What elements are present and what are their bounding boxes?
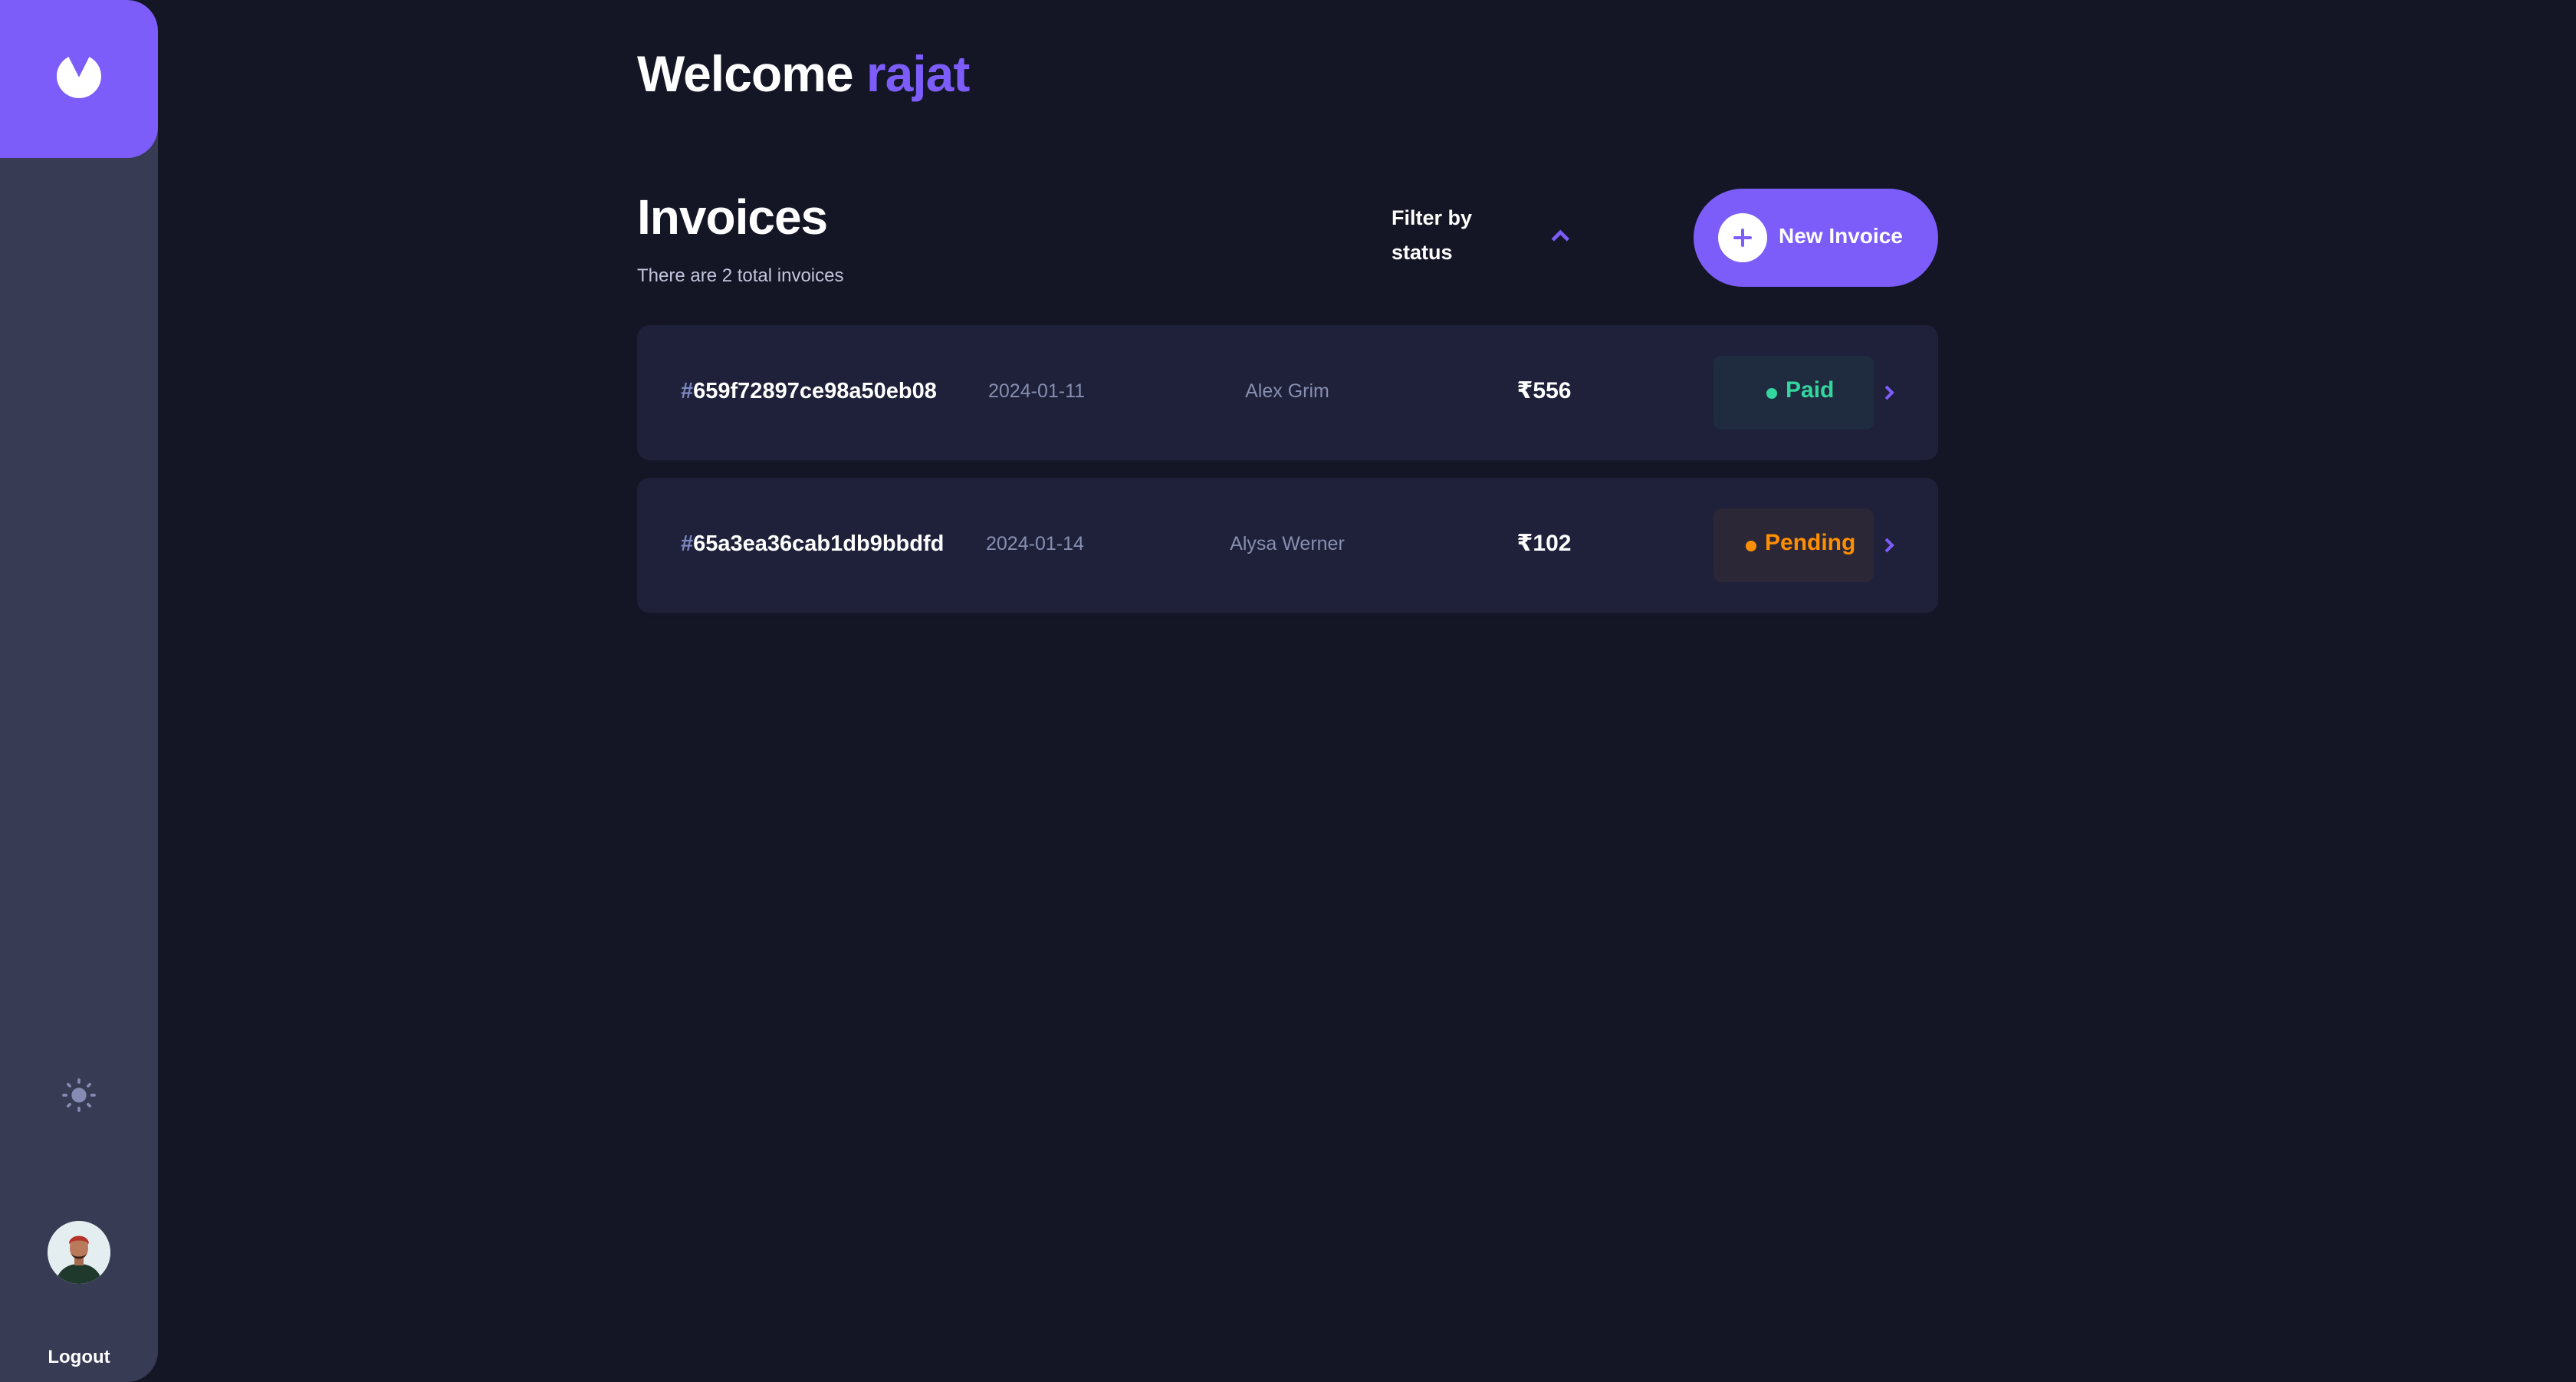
status-dot <box>1746 541 1756 551</box>
logout-button[interactable]: Logout <box>0 1347 158 1368</box>
chevron-right-icon[interactable] <box>1884 538 1895 553</box>
status-filter[interactable]: Filter by status <box>1392 201 1576 278</box>
user-name: rajat <box>866 45 970 102</box>
invoice-client: Alex Grim <box>1245 380 1329 402</box>
invoice-client: Alysa Werner <box>1230 533 1345 554</box>
app-logo-icon <box>57 57 101 98</box>
avatar-image <box>48 1221 110 1284</box>
invoice-amount: ₹556 <box>1516 378 1572 403</box>
invoice-amount: ₹102 <box>1516 531 1572 556</box>
app-logo[interactable] <box>0 0 158 158</box>
invoice-count: There are 2 total invoices <box>637 265 844 286</box>
filter-label: Filter by status <box>1392 206 1473 264</box>
invoice-id-value: 659f72897ce98a50eb08 <box>693 379 937 403</box>
status-label: Paid <box>1786 377 1835 403</box>
id-hash: # <box>681 531 694 556</box>
page-title: Invoices <box>637 189 828 245</box>
invoice-id-value: 65a3ea36cab1db9bbdfd <box>693 531 945 556</box>
chevron-up-icon[interactable] <box>1551 229 1571 242</box>
invoice-date: 2024-01-14 <box>986 533 1084 554</box>
invoice-id: #659f72897ce98a50eb08 <box>681 379 937 404</box>
status-badge: Pending <box>1714 508 1874 582</box>
welcome-text: Welcome <box>637 45 854 102</box>
invoice-date: 2024-01-11 <box>988 380 1086 402</box>
sun-icon[interactable] <box>61 1078 97 1113</box>
sidebar: Logout <box>0 0 158 1382</box>
chevron-right-icon[interactable] <box>1884 385 1895 400</box>
id-hash: # <box>681 379 694 403</box>
new-invoice-button[interactable]: New Invoice <box>1694 189 1938 287</box>
plus-icon <box>1718 213 1767 262</box>
status-badge: Paid <box>1714 356 1874 429</box>
invoice-row[interactable]: #65a3ea36cab1db9bbdfd 2024-01-14 Alysa W… <box>637 478 1938 613</box>
welcome-heading: Welcome rajat <box>637 44 970 103</box>
invoice-row[interactable]: #659f72897ce98a50eb08 2024-01-11 Alex Gr… <box>637 325 1938 460</box>
invoice-id: #65a3ea36cab1db9bbdfd <box>681 531 944 557</box>
status-label: Pending <box>1765 530 1856 555</box>
new-invoice-label: New Invoice <box>1779 224 1903 248</box>
status-dot <box>1766 388 1777 399</box>
user-avatar[interactable] <box>48 1221 110 1284</box>
